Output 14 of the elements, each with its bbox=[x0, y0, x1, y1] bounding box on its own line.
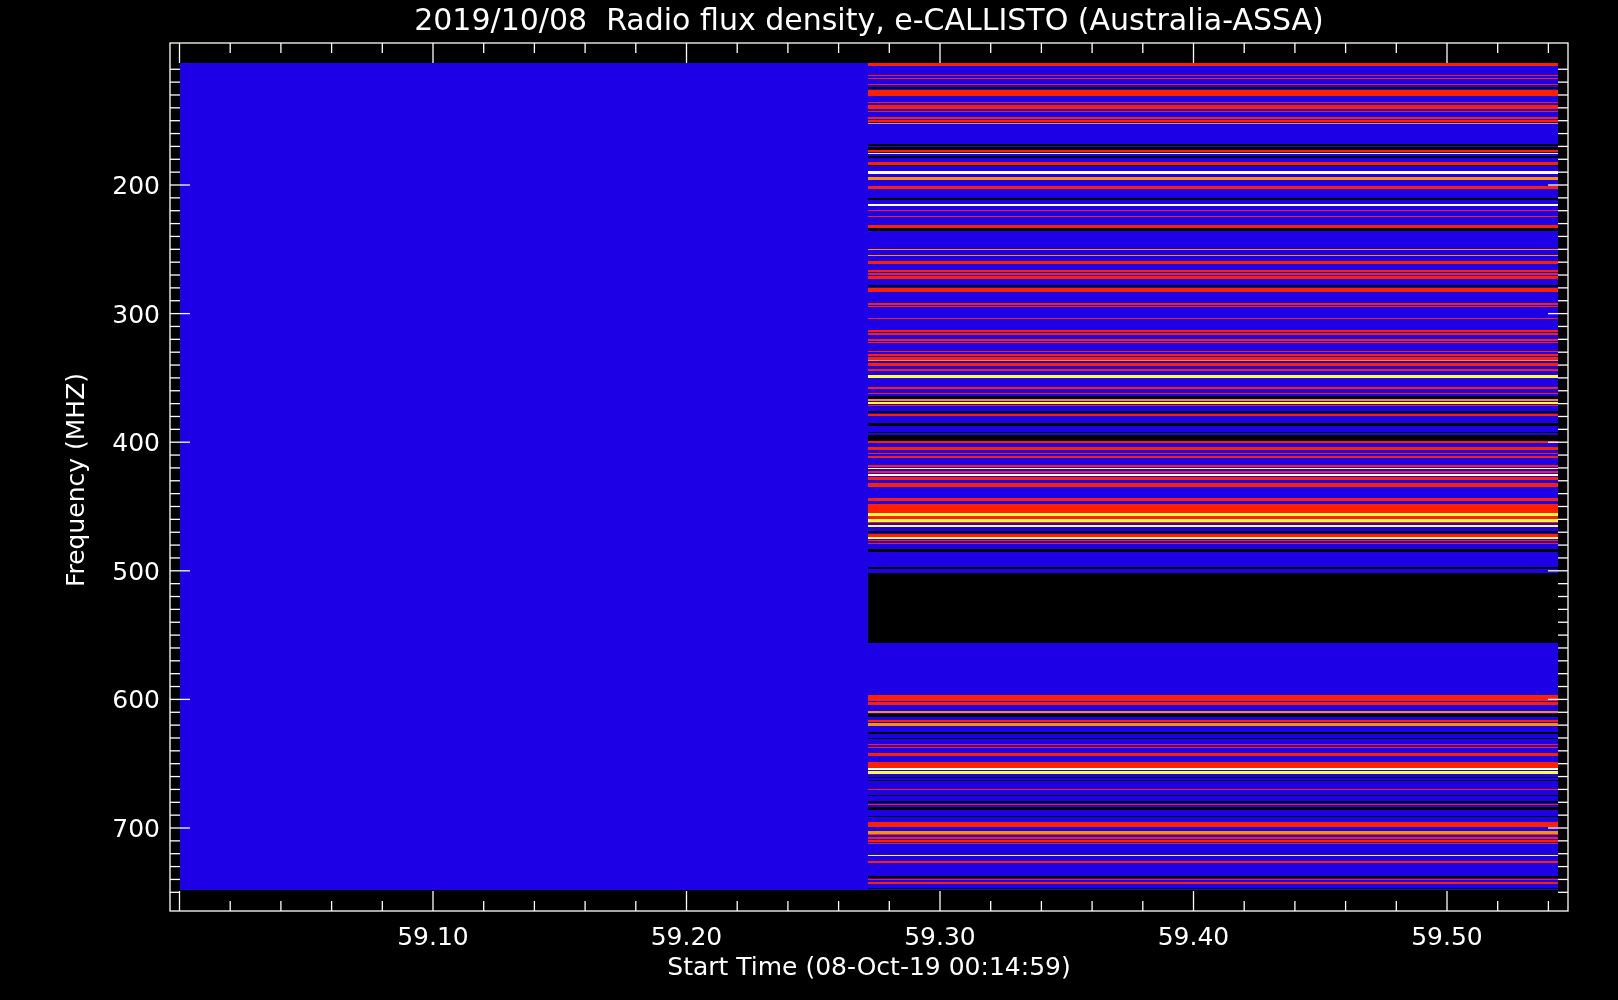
y-tick-label: 400 bbox=[112, 428, 160, 458]
y-tick-label: 200 bbox=[112, 171, 160, 200]
y-tick-label: 700 bbox=[112, 814, 160, 843]
x-tick-label: 59.50 bbox=[1411, 922, 1483, 951]
x-tick-label: 59.20 bbox=[650, 922, 723, 951]
x-axis-label: Start Time (08-Oct-19 00:14:59) bbox=[667, 952, 1071, 981]
x-tick-label: 59.40 bbox=[1157, 922, 1230, 951]
y-axis-label: Frequency (MHZ) bbox=[61, 372, 90, 588]
y-tick-label: 500 bbox=[112, 556, 160, 586]
x-tick-label: 59.10 bbox=[397, 922, 469, 951]
y-tick-label: 600 bbox=[112, 685, 160, 715]
y-tick-label: 300 bbox=[112, 299, 160, 329]
x-tick-label: 59.30 bbox=[904, 922, 976, 951]
chart-title: 2019/10/08 Radio flux density, e-CALLISTO (Australia-ASSA) bbox=[414, 2, 1324, 37]
